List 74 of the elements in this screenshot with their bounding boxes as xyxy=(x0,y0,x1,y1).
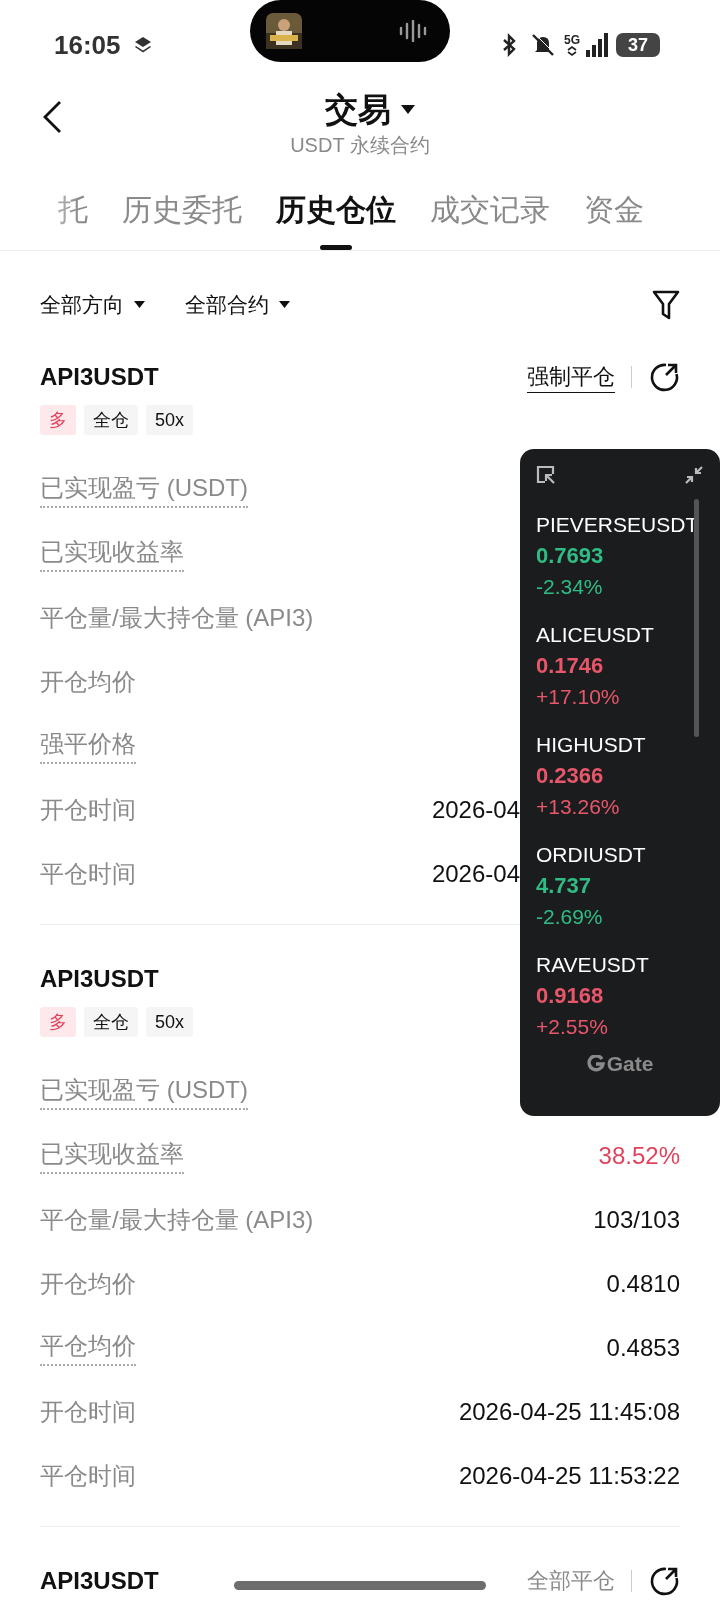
data-arrows-icon xyxy=(566,46,577,56)
ticker-symbol: HIGHUSDT xyxy=(536,732,647,758)
field-label: 强平价格 xyxy=(40,728,136,764)
page-subtitle: USDT 永续合约 xyxy=(290,133,430,158)
position-tag: 全仓 xyxy=(84,405,138,435)
filter-dropdown[interactable]: 全部方向 xyxy=(40,291,145,319)
field-label: 已实现收益率 xyxy=(40,536,184,572)
field-label: 开仓时间 xyxy=(40,1397,136,1427)
field-label: 开仓时间 xyxy=(40,795,136,825)
sound-wave-icon xyxy=(398,20,428,42)
field-value: 0.4853 xyxy=(606,1334,680,1362)
field-value: 0.4810 xyxy=(606,1270,680,1298)
contract-symbol: API3USDT xyxy=(40,1567,159,1595)
ticker-change: +13.26% xyxy=(536,794,621,820)
collapse-icon[interactable] xyxy=(684,465,704,485)
ticker-symbol: ORDIUSDT xyxy=(536,842,647,868)
back-icon[interactable] xyxy=(42,100,64,134)
contract-symbol: API3USDT xyxy=(40,965,159,993)
position-tag: 50x xyxy=(146,405,194,435)
status-time: 16:05 xyxy=(54,29,121,61)
field-label: 平仓均价 xyxy=(40,1330,136,1366)
expand-window-icon[interactable] xyxy=(536,465,556,485)
position-tag: 50x xyxy=(146,1007,194,1037)
field-label: 平仓时间 xyxy=(40,859,136,889)
field-value: 38.52% xyxy=(598,1142,680,1170)
ticker-price: 0.9168 xyxy=(536,982,605,1010)
ticker-item[interactable]: ORDIUSDT 4.737 -2.69% xyxy=(536,839,704,949)
ticker-change: -2.34% xyxy=(536,574,604,600)
filter-icon[interactable] xyxy=(652,289,680,321)
close-position-link[interactable]: 强制平仓 xyxy=(527,361,615,393)
ticker-symbol: PIEVERSEUSDT xyxy=(536,512,700,538)
caret-icon[interactable] xyxy=(401,105,415,115)
ticker-price: 0.2366 xyxy=(536,762,605,790)
scrollbar[interactable] xyxy=(694,499,699,737)
field-label: 已实现盈亏 (USDT) xyxy=(40,1074,248,1110)
ticker-item[interactable]: ALICEUSDT 0.1746 +17.10% xyxy=(536,619,704,729)
field-value: 2026-04-25 11:53:22 xyxy=(458,1462,680,1490)
page-title[interactable]: 交易 xyxy=(325,90,391,130)
ticker-item[interactable]: HIGHUSDT 0.2366 +13.26% xyxy=(536,729,704,839)
network-type: 5G xyxy=(563,34,580,46)
ticker-symbol: RAVEUSDT xyxy=(536,952,650,978)
ticker-change: +2.55% xyxy=(536,1014,609,1040)
ticker-symbol: ALICEUSDT xyxy=(536,622,655,648)
ticker-change: +17.10% xyxy=(536,684,621,710)
field-value: 2026-04 xyxy=(431,796,520,824)
battery-icon: 37 xyxy=(616,33,660,57)
ticker-price: 0.1746 xyxy=(536,652,605,680)
field-label: 开仓均价 xyxy=(40,1269,136,1299)
field-value: 2026-04-25 11:45:08 xyxy=(458,1398,680,1426)
ticker-change: -2.69% xyxy=(536,904,604,930)
caret-icon xyxy=(279,301,290,309)
field-value: 103/103 xyxy=(593,1206,680,1234)
caret-icon xyxy=(134,301,145,309)
filter-dropdown[interactable]: 全部合约 xyxy=(185,291,290,319)
brand-name: Gate xyxy=(606,1052,654,1076)
contract-symbol: API3USDT xyxy=(40,363,159,391)
signal-icon xyxy=(586,33,610,57)
share-icon[interactable] xyxy=(648,361,680,393)
field-value: 2026-04 xyxy=(431,860,520,888)
share-icon[interactable] xyxy=(648,1565,680,1597)
position-tag: 多 xyxy=(40,405,76,435)
field-label: 平仓量/最大持仓量 (API3) xyxy=(40,1205,314,1235)
position-tag: 全仓 xyxy=(84,1007,138,1037)
field-label: 平仓时间 xyxy=(40,1461,136,1491)
field-label: 已实现盈亏 (USDT) xyxy=(40,472,248,508)
logo-icon xyxy=(586,1055,605,1073)
position-tag: 多 xyxy=(40,1007,76,1037)
ticker-price: 0.7693 xyxy=(536,542,605,570)
field-label: 平仓量/最大持仓量 (API3) xyxy=(40,603,314,633)
ticker-item[interactable]: PIEVERSEUSDT 0.7693 -2.34% xyxy=(536,509,704,619)
tab[interactable]: 历史仓位 xyxy=(276,170,396,250)
field-label: 已实现收益率 xyxy=(40,1138,184,1174)
field-label: 开仓均价 xyxy=(40,667,136,697)
ticker-price: 4.737 xyxy=(536,872,593,900)
